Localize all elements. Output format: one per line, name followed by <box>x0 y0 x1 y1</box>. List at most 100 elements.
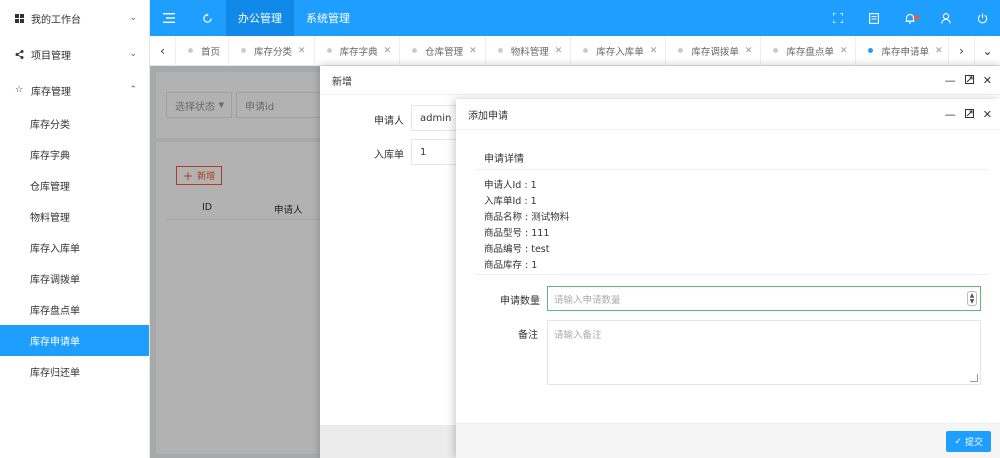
power-icon[interactable] <box>964 0 1000 36</box>
chevron-up-icon: ⌃ <box>129 85 137 95</box>
refresh-icon[interactable] <box>188 0 226 36</box>
close-icon[interactable]: ✕ <box>469 46 477 56</box>
applicant-value: admin <box>420 112 452 124</box>
sidebar-item-label: 库存盘点单 <box>30 306 80 317</box>
tab-label: 库存入库单 <box>596 46 644 58</box>
detail-heading: 申请详情 <box>484 154 524 165</box>
sidebar-group-workbench[interactable]: 我的工作台 ⌄ <box>0 0 149 36</box>
tab-category[interactable]: 库存分类 ✕ <box>229 35 315 66</box>
close-icon[interactable]: ✕ <box>840 46 848 56</box>
apply-dialog-footer: ✓ 提交 <box>456 423 1000 458</box>
sidebar-item-dictionary[interactable]: 库存字典 <box>0 139 149 170</box>
detail-divider <box>476 169 988 170</box>
sidebar-group-label: 项目管理 <box>31 50 71 62</box>
sidebar-item-material[interactable]: 物料管理 <box>0 201 149 232</box>
submit-button[interactable]: ✓ 提交 <box>946 431 991 452</box>
tab-stocktake[interactable]: 库存盘点单 ✕ <box>761 35 857 66</box>
sidebar-group-label: 库存管理 <box>31 86 71 98</box>
close-icon[interactable]: ✕ <box>650 46 658 56</box>
tab-label: 首页 <box>201 46 221 58</box>
star-icon: ☆ <box>14 85 24 95</box>
tab-label: 库存盘点单 <box>786 46 834 58</box>
nav-office[interactable]: 办公管理 <box>226 0 294 36</box>
close-icon[interactable]: ✕ <box>983 74 992 87</box>
bell-icon[interactable] <box>892 0 928 36</box>
tab-inbound[interactable]: 库存入库单 ✕ <box>571 35 667 66</box>
sidebar-item-category[interactable]: 库存分类 <box>0 108 149 139</box>
qty-input[interactable]: 请输入申请数量 ▲ ▼ <box>547 286 981 311</box>
close-icon[interactable]: ✕ <box>384 46 392 56</box>
close-icon[interactable]: ✕ <box>298 46 306 56</box>
user-icon[interactable] <box>928 0 964 36</box>
minimize-icon[interactable]: — <box>945 74 956 87</box>
apply-dialog-title-bar: 添加申请 — ✕ <box>456 99 1000 130</box>
sidebar-group-projects[interactable]: 项目管理 ⌄ <box>0 36 149 72</box>
resize-handle-icon[interactable] <box>970 374 978 382</box>
sidebar-item-label: 库存入库单 <box>30 244 80 255</box>
applicant-label: 申请人 <box>374 116 404 127</box>
close-icon[interactable]: ✕ <box>983 108 992 121</box>
tab-scroll-left-icon[interactable]: ‹ <box>150 35 176 66</box>
tab-dictionary[interactable]: 库存字典 ✕ <box>315 35 401 66</box>
sidebar-item-label: 库存字典 <box>30 151 70 162</box>
sidebar: 我的工作台 ⌄ 项目管理 ⌄ ☆ 库存管理 ⌃ 库存分类 库存字典 仓库管理 物… <box>0 0 150 458</box>
tab-scroll-right-icon[interactable]: › <box>948 35 974 66</box>
tab-dot-icon <box>188 48 193 53</box>
detail-list: 申请人Id : 1 入库单Id : 1 商品名称 : 测试物料 商品型号 : 1… <box>484 178 569 273</box>
tab-label: 仓库管理 <box>425 46 464 58</box>
check-icon: ✓ <box>954 436 962 447</box>
sidebar-item-return[interactable]: 库存归还单 <box>0 356 149 387</box>
note-textarea[interactable]: 请输入备注 <box>547 320 981 385</box>
tab-label: 库存申请单 <box>881 46 929 58</box>
apply-dialog-title: 添加申请 <box>468 110 508 122</box>
sidebar-item-stocktake[interactable]: 库存盘点单 <box>0 294 149 325</box>
inbound-label: 入库单 <box>374 150 404 161</box>
tab-home[interactable]: 首页 <box>176 35 230 66</box>
tab-dot-icon <box>868 48 874 53</box>
sidebar-group-inventory[interactable]: ☆ 库存管理 ⌃ <box>0 72 149 108</box>
fullscreen-icon[interactable] <box>820 0 856 36</box>
tab-warehouse[interactable]: 仓库管理 ✕ <box>400 35 486 66</box>
minimize-icon[interactable]: — <box>945 108 956 121</box>
detail-item: 商品编号 : test <box>484 243 550 255</box>
windows-icon <box>12 13 26 23</box>
sidebar-item-warehouse[interactable]: 仓库管理 <box>0 170 149 201</box>
maximize-icon[interactable] <box>964 108 974 121</box>
chevron-down-icon: ⌄ <box>129 49 137 59</box>
detail-item: 申请人Id : 1 <box>484 180 537 191</box>
number-stepper-icon[interactable]: ▲ ▼ <box>967 291 977 306</box>
sidebar-item-transfer[interactable]: 库存调拨单 <box>0 263 149 294</box>
qty-label: 申请数量 <box>500 296 540 307</box>
sidebar-item-label: 物料管理 <box>30 213 70 224</box>
share-icon <box>12 49 26 59</box>
tab-menu-chevron-icon[interactable]: ⌄ <box>974 35 1000 66</box>
close-icon[interactable]: ✕ <box>555 46 563 56</box>
tab-dot-icon <box>583 48 589 53</box>
detail-item: 商品名称 : 测试物料 <box>484 211 570 223</box>
menu-toggle-icon[interactable] <box>150 0 188 36</box>
sidebar-group-label: 我的工作台 <box>31 14 81 26</box>
tab-material[interactable]: 物料管理 ✕ <box>486 35 572 66</box>
tab-dot-icon <box>326 48 332 53</box>
notes-icon[interactable] <box>856 0 892 36</box>
tab-transfer[interactable]: 库存调拨单 ✕ <box>666 35 762 66</box>
page-tabs: ‹ 首页 库存分类 ✕ 库存字典 ✕ 仓库管理 ✕ 物料管理 ✕ 库存入库单 ✕ 库存调拨… <box>150 35 1000 66</box>
tab-dot-icon <box>241 48 247 53</box>
chevron-down-icon: ⌄ <box>129 13 137 23</box>
close-icon[interactable]: ✕ <box>935 46 943 56</box>
tab-dot-icon <box>773 48 779 53</box>
sidebar-item-apply[interactable]: 库存申请单 <box>0 325 149 356</box>
nav-system[interactable]: 系统管理 <box>294 0 362 36</box>
sidebar-item-label: 库存归还单 <box>30 368 80 379</box>
sidebar-item-label: 库存分类 <box>30 120 70 131</box>
close-icon[interactable]: ✕ <box>745 46 753 56</box>
tab-apply[interactable]: 库存申请单 ✕ <box>856 36 948 66</box>
note-placeholder: 请输入备注 <box>554 330 602 341</box>
tab-label: 物料管理 <box>510 46 549 58</box>
sidebar-item-label: 仓库管理 <box>30 182 70 193</box>
notification-dot <box>914 15 919 20</box>
sidebar-item-inbound[interactable]: 库存入库单 <box>0 232 149 263</box>
sidebar-item-label: 库存申请单 <box>30 337 80 348</box>
maximize-icon[interactable] <box>964 74 974 87</box>
top-header: 办公管理 系统管理 <box>150 0 1000 36</box>
